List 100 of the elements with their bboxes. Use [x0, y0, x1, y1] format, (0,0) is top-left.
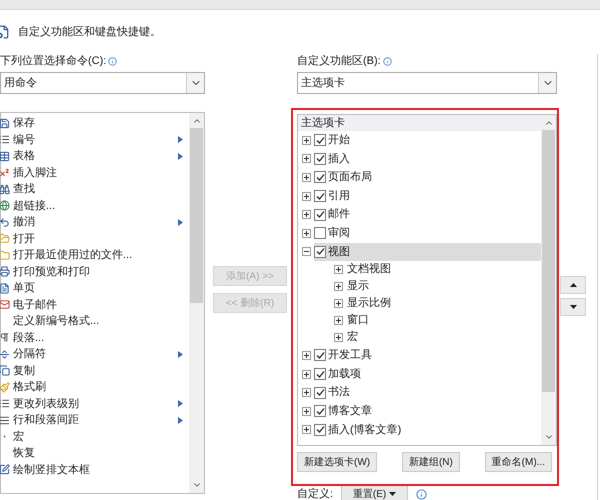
command-item[interactable]: 编号	[1, 132, 189, 148]
checkbox[interactable]	[314, 405, 326, 418]
globe-icon	[0, 200, 10, 212]
expand-icon[interactable]	[334, 299, 343, 308]
section-title: 自定义功能区和键盘快捷键。	[18, 24, 161, 40]
checkbox[interactable]	[314, 190, 326, 202]
tree-action-button[interactable]: 新建组(N)	[402, 452, 460, 472]
text-box-icon	[0, 464, 10, 476]
field-label: 自定义功能区(B):	[297, 54, 557, 68]
command-item[interactable]: 绘制竖排文本框	[1, 462, 189, 478]
checkbox[interactable]	[314, 208, 326, 221]
expand-icon[interactable]	[302, 370, 311, 379]
tree-item[interactable]: 引用	[314, 186, 541, 206]
tree-item[interactable]: 插入	[314, 150, 541, 168]
ribbon-tabs-dropdown[interactable]: 主选项卡	[297, 72, 557, 94]
expand-icon[interactable]	[302, 388, 311, 398]
command-item[interactable]: 插入脚注	[1, 164, 189, 181]
list-icon	[0, 134, 10, 146]
separator-icon	[0, 348, 10, 360]
expand-icon[interactable]	[302, 172, 311, 182]
down-triangle-icon	[570, 305, 576, 309]
expand-icon[interactable]	[334, 333, 343, 342]
copy-icon	[0, 365, 10, 376]
command-item[interactable]: 恢复	[1, 445, 189, 462]
command-item[interactable]: 复制	[1, 362, 189, 379]
command-item[interactable]: 行和段落间距	[1, 412, 189, 428]
command-item[interactable]: 打开最近使用过的文件...	[1, 247, 189, 264]
tree-item[interactable]: 视图	[314, 242, 541, 262]
tree-item[interactable]: 博客文章	[314, 402, 541, 421]
expand-icon[interactable]	[334, 316, 343, 326]
undo-icon	[0, 216, 10, 228]
customize-label: 自定义:	[297, 486, 334, 500]
command-item[interactable]: 查找	[1, 181, 189, 198]
command-item[interactable]: 分隔符	[1, 346, 189, 362]
tree-action-button[interactable]: 重命名(M)...	[484, 452, 552, 472]
command-item[interactable]: 表格	[1, 148, 189, 164]
info-icon	[382, 56, 392, 66]
command-item[interactable]: 撤消	[1, 214, 189, 230]
move-up-button[interactable]	[560, 276, 586, 294]
tree-header: 主选项卡	[298, 115, 541, 131]
tree-item[interactable]: 开始	[314, 131, 541, 150]
expand-icon[interactable]	[302, 228, 311, 238]
checkbox[interactable]	[314, 171, 326, 184]
paragraph-icon	[0, 332, 10, 344]
command-item[interactable]: 电子邮件	[1, 296, 189, 313]
document-settings-icon	[0, 25, 10, 39]
tree-item[interactable]: 插入(博客文章)	[314, 420, 541, 440]
tree-item[interactable]: 文档视图	[347, 261, 391, 278]
tree-action-button[interactable]: 新建选项卡(W)	[297, 452, 378, 472]
expand-icon[interactable]	[334, 265, 343, 274]
expand-icon[interactable]	[302, 210, 311, 220]
info-icon	[416, 488, 428, 500]
tree-item[interactable]: 显示比例	[347, 295, 391, 312]
collapse-icon[interactable]	[302, 247, 311, 256]
command-source-dropdown[interactable]: 用命令	[0, 72, 205, 94]
scrollbar[interactable]	[189, 113, 204, 493]
tree-item[interactable]: 加载项	[314, 364, 541, 384]
command-item[interactable]: 宏	[1, 428, 189, 445]
expand-icon[interactable]	[334, 282, 343, 292]
tree-item[interactable]: 宏	[347, 329, 358, 346]
command-item[interactable]: 单页	[1, 280, 189, 296]
command-item[interactable]: 保存	[1, 115, 189, 132]
tree-item[interactable]: 邮件	[314, 205, 541, 224]
superscript-icon	[0, 167, 10, 178]
checkbox[interactable]	[314, 386, 326, 399]
tree-item[interactable]: 书法	[314, 383, 541, 402]
checkbox[interactable]	[314, 227, 326, 240]
up-triangle-icon	[570, 283, 576, 287]
command-item[interactable]: 更改列表级别	[1, 396, 189, 412]
command-item[interactable]: 打开	[1, 230, 189, 247]
list-icon	[0, 398, 10, 410]
command-item[interactable]: 超链接...	[1, 198, 189, 214]
tree-item[interactable]: 开发工具	[314, 346, 541, 365]
scrollbar[interactable]	[541, 115, 556, 445]
expand-icon[interactable]	[302, 154, 311, 164]
tree-item[interactable]: 窗口	[347, 312, 369, 329]
command-item[interactable]: 打印预览和打印	[1, 264, 189, 280]
expand-icon[interactable]	[302, 350, 311, 360]
expand-icon[interactable]	[302, 136, 311, 145]
dropdown-triangle-icon	[389, 492, 396, 496]
command-item[interactable]: 定义新编号格式...	[1, 313, 189, 330]
checkbox[interactable]	[314, 134, 326, 146]
command-item[interactable]: 格式刷	[1, 379, 189, 396]
checkbox[interactable]	[314, 424, 326, 436]
printer-icon	[0, 266, 10, 278]
move-down-button[interactable]	[560, 298, 586, 316]
field-label: 下列位置选择命令(C):	[0, 54, 205, 68]
checkbox[interactable]	[314, 246, 326, 258]
tree-item[interactable]: 显示	[347, 278, 369, 295]
command-item[interactable]: 段落...	[1, 330, 189, 346]
folder-icon	[0, 250, 10, 261]
tree-item[interactable]: 审阅	[314, 224, 541, 243]
expand-icon[interactable]	[302, 406, 311, 416]
checkbox[interactable]	[314, 152, 326, 165]
tree-item[interactable]: 页面布局	[314, 168, 541, 187]
expand-icon[interactable]	[302, 192, 311, 201]
checkbox[interactable]	[314, 349, 326, 362]
table-icon	[0, 150, 10, 162]
checkbox[interactable]	[314, 368, 326, 380]
expand-icon[interactable]	[302, 425, 311, 434]
